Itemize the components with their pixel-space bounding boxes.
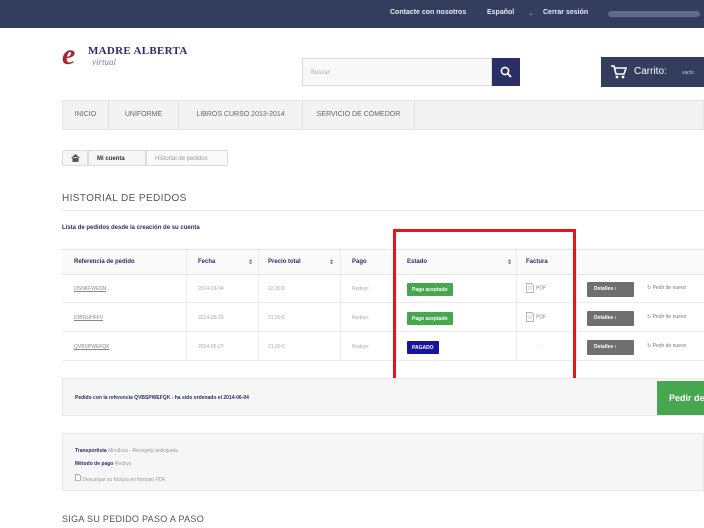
order-date: 2014-09-04	[198, 286, 224, 292]
cart-button[interactable]: Carrito: vacío	[601, 57, 704, 87]
order-info-box: Transportista Mirolhuic - Recogida antic…	[62, 433, 704, 491]
order-payment: Redsys	[352, 286, 369, 292]
menu-item-libros[interactable]: LIBROS CURSO 2013-2014	[179, 101, 303, 129]
header-reference[interactable]: Referencia de pedido	[74, 259, 135, 265]
menu-item-comedor[interactable]: SERVICIO DE COMEDOR	[303, 101, 415, 129]
order-reference[interactable]: IOBGUHFFV	[74, 315, 103, 321]
reorder-label: Pedir de nuevo	[652, 285, 687, 291]
carrier-label: Transportista	[75, 448, 107, 454]
pdf-file-icon	[75, 474, 81, 481]
order-payment: Redsys	[352, 344, 369, 350]
payment-line: Método de pago Redsys	[75, 461, 131, 467]
sort-total-icon[interactable]: ⇕	[329, 259, 334, 266]
reorder-button[interactable]: Pedir de nuevo	[657, 381, 704, 415]
details-label: Detalles	[594, 344, 614, 350]
orders-table: Referencia de pedido Fecha ⇕ Precio tota…	[62, 249, 704, 361]
order-reference[interactable]: OSNKFWESN	[74, 286, 106, 292]
order-notice: Pedido con la referencia QVBSPWEFQK - ha…	[62, 378, 704, 416]
main-menu: INICIO UNIFORME LIBROS CURSO 2013-2014 S…	[62, 100, 704, 130]
orders-subtitle: Lista de pedidos desde la creación de su…	[62, 225, 200, 231]
breadcrumb-home[interactable]	[62, 150, 88, 166]
search-input[interactable]: Buscar	[302, 58, 492, 86]
logo-mark: e	[62, 38, 76, 71]
reorder-label: Pedir de nuevo	[652, 343, 687, 349]
site-logo[interactable]: e MADRE ALBERTA virtual	[62, 40, 192, 74]
table-row: IOBGUHFFV 2014-05-29 21,00 € Redsys Pago…	[62, 304, 704, 332]
top-bar: Contacte con nosotros Español ⌄ Cerrar s…	[0, 0, 704, 28]
reorder-link[interactable]: ↻ Pedir de nuevo	[647, 343, 686, 349]
table-row: OSNKFWESN 2014-09-04 22,00 € Redsys Pago…	[62, 275, 704, 303]
annotation-highlight-box	[393, 229, 576, 382]
steps-title: SIGA SU PEDIDO PASO A PASO	[62, 514, 205, 524]
menu-item-inicio[interactable]: INICIO	[63, 101, 109, 129]
order-reference[interactable]: QVBSPWEFQK	[74, 344, 110, 350]
logo-subtitle: virtual	[92, 57, 116, 67]
page-title: HISTORIAL DE PEDIDOS	[62, 193, 187, 204]
order-total: 22,00 €	[268, 286, 285, 292]
cart-status: vacío	[682, 70, 694, 76]
carrier-value: Mirolhuic - Recogida anticipada	[108, 448, 178, 454]
breadcrumb-account[interactable]: Mi cuenta	[88, 150, 146, 166]
reorder-link[interactable]: ↻ Pedir de nuevo	[647, 285, 686, 291]
order-payment: Redsys	[352, 315, 369, 321]
breadcrumb-current: Historial de pedidos	[146, 150, 228, 166]
reorder-label: Pedir de nuevo	[652, 314, 687, 320]
download-invoice-link[interactable]: Descargar su factura en formato PDF.	[75, 474, 166, 483]
table-row: QVBSPWEFQK 2014-05-27 21,00 € Redsys PAG…	[62, 333, 704, 361]
reorder-link[interactable]: ↻ Pedir de nuevo	[647, 314, 686, 320]
language-caret-icon: ⌄	[528, 10, 534, 17]
details-button[interactable]: Detalles ›	[587, 340, 634, 355]
sort-date-icon[interactable]: ⇕	[248, 259, 253, 266]
search-button[interactable]	[492, 58, 520, 86]
cart-label: Carrito:	[634, 66, 667, 77]
order-date: 2014-05-27	[198, 344, 224, 350]
language-selector[interactable]: Español	[487, 9, 514, 16]
details-button[interactable]: Detalles ›	[587, 311, 634, 326]
home-icon	[71, 154, 80, 162]
details-label: Detalles	[594, 315, 614, 321]
details-button[interactable]: Detalles ›	[587, 282, 634, 297]
contact-link[interactable]: Contacte con nosotros	[390, 9, 466, 16]
details-label: Detalles	[594, 286, 614, 292]
payment-value: Redsys	[114, 461, 132, 467]
title-divider	[62, 210, 704, 211]
carrier-line: Transportista Mirolhuic - Recogida antic…	[75, 448, 178, 454]
menu-item-uniforme[interactable]: UNIFORME	[109, 101, 179, 129]
header-total[interactable]: Precio total	[268, 259, 301, 265]
download-invoice-label: Descargar su factura en formato PDF.	[82, 477, 167, 483]
notice-text: Pedido con la referencia QVBSPWEFQK - ha…	[75, 395, 249, 401]
header-payment[interactable]: Pago	[352, 259, 367, 265]
header-date[interactable]: Fecha	[198, 259, 215, 265]
order-total: 21,00 €	[268, 315, 285, 321]
order-total: 21,00 €	[268, 344, 285, 350]
search-icon	[500, 66, 512, 78]
user-name-blurred	[608, 11, 700, 17]
cart-icon	[611, 65, 627, 79]
logout-link[interactable]: Cerrar sesión	[543, 9, 588, 16]
order-date: 2014-05-29	[198, 315, 224, 321]
payment-label: Método de pago	[75, 461, 114, 467]
table-header: Referencia de pedido Fecha ⇕ Precio tota…	[62, 250, 704, 275]
logo-name: MADRE ALBERTA	[88, 45, 188, 57]
